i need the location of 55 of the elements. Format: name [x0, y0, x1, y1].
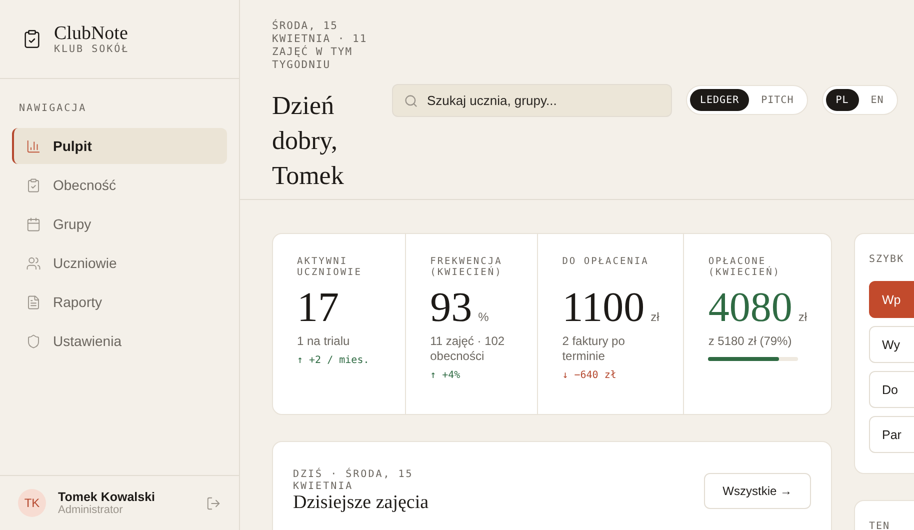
all-lessons-button[interactable]: Wszystkie →: [704, 473, 811, 509]
quick-action-button[interactable]: Par: [869, 416, 914, 453]
sidebar-item[interactable]: Pulpit: [12, 128, 227, 164]
club-name: KLUB SOKÓŁ: [54, 44, 130, 54]
users-icon: [26, 256, 41, 270]
stat-unit: zł: [650, 310, 660, 324]
user-role: Administrator: [58, 504, 124, 516]
stat-label: FREKWENCJA (KWIECIEŃ): [430, 256, 504, 280]
lessons-date: DZIŚ · ŚRODA, 15 KWIETNIA: [293, 469, 414, 493]
sidebar-item[interactable]: Raporty: [12, 284, 227, 320]
search-field[interactable]: Szukaj ucznia, grupy...: [392, 84, 672, 116]
stat-note: 2 faktury po terminie: [562, 334, 626, 364]
stat-label: AKTYWNI UCZNIOWIE: [297, 256, 363, 280]
stat-unit: zł: [798, 310, 807, 324]
panel-title: SZYBK: [869, 254, 906, 265]
quick-action-button[interactable]: Wy: [869, 326, 914, 363]
stat-value: 17: [297, 284, 339, 332]
language-option[interactable]: EN: [860, 89, 894, 111]
clipboard-check-icon: [26, 178, 41, 192]
greeting-title: Dzień dobry, Tomek: [272, 90, 345, 192]
user-name: Tomek Kowalski: [58, 490, 156, 504]
stat-note: 11 zajęć · 102 obecności: [430, 334, 506, 364]
sidebar-item[interactable]: Uczniowie: [12, 245, 227, 281]
date-line: ŚRODA, 15 KWIETNIA · 11 ZAJĘĆ W TYM TYGODNIU: [272, 20, 368, 72]
sidebar-item[interactable]: Ustawienia: [12, 323, 227, 359]
stat-delta: ↓ −640 zł: [562, 370, 618, 381]
stat-note: z 5180 zł (79%): [708, 334, 793, 349]
document-icon: [26, 294, 41, 310]
view-toggle-option[interactable]: PITCH: [751, 89, 804, 111]
lessons-title: Dzisiejsze zajęcia: [293, 493, 430, 513]
stat-delta: ↑ +4%: [430, 370, 462, 381]
user-avatar: TK: [18, 489, 46, 517]
panel-title: TEN: [869, 521, 892, 530]
stat-label: OPŁACONE (KWIECIEŃ): [708, 256, 782, 280]
sidebar-item[interactable]: Grupy: [12, 206, 227, 242]
calendar-icon: [26, 216, 41, 232]
app-name: ClubNote: [54, 24, 129, 44]
clipboard-check-icon: [22, 29, 42, 49]
bar-chart-icon: [26, 138, 41, 154]
shield-icon: [26, 334, 41, 348]
quick-action-button[interactable]: Wp: [869, 281, 914, 318]
stat-value: 4080: [708, 284, 792, 332]
logout-icon[interactable]: [206, 496, 221, 510]
stat-value: 1100: [562, 284, 645, 332]
quick-action-button[interactable]: Do: [869, 371, 914, 408]
view-toggle-option[interactable]: LEDGER: [690, 89, 750, 111]
section-label: NAWIGACJA: [19, 103, 88, 114]
stat-note: 1 na trialu: [297, 334, 351, 349]
sidebar-item[interactable]: Obecność: [12, 167, 227, 203]
language-option[interactable]: PL: [826, 89, 859, 111]
stat-label: DO OPŁACENIA: [562, 256, 650, 269]
stat-value: 93: [430, 284, 472, 332]
stat-delta: ↑ +2 / mies.: [297, 355, 370, 366]
stat-unit: %: [478, 310, 489, 324]
search-icon: [404, 94, 418, 108]
